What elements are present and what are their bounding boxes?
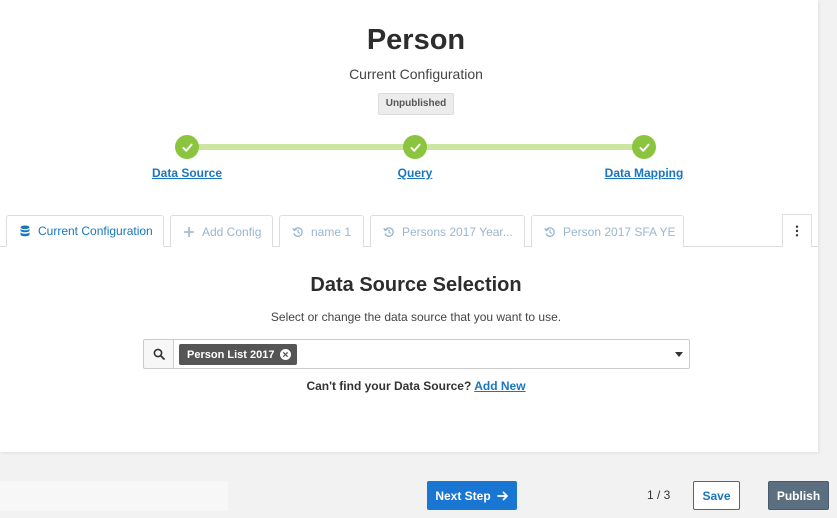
help-question: Can't find your Data Source? — [306, 379, 472, 393]
tab-label: Add Config — [202, 224, 262, 239]
chip-label: Person List 2017 — [187, 348, 275, 361]
step-3-check-icon[interactable] — [632, 135, 656, 159]
publish-button[interactable]: Publish — [768, 481, 829, 510]
page-indicator: 1 / 3 — [647, 488, 671, 502]
plus-icon — [183, 226, 195, 238]
search-icon — [153, 348, 165, 360]
tab-label: Current Configuration — [38, 224, 153, 238]
history-icon — [292, 226, 304, 238]
step-1-check-icon[interactable] — [175, 135, 199, 159]
data-source-select[interactable]: Person List 2017 — [173, 339, 690, 369]
step-2-check-icon[interactable] — [403, 135, 427, 159]
section-title: Data Source Selection — [310, 274, 522, 296]
history-icon — [544, 226, 556, 238]
status-badge: Unpublished — [378, 93, 454, 115]
configuration-card: Person Current Configuration Unpublished… — [0, 0, 818, 452]
section-description: Select or change the data source that yo… — [270, 310, 562, 324]
tab-label: Person 2017 SFA YE — [563, 224, 676, 239]
history-icon — [383, 226, 395, 238]
help-text: Can't find your Data Source? Add New — [0, 379, 832, 393]
step-data-source-link[interactable]: Data Source — [152, 166, 222, 180]
tab-person-2017-sfa-ye[interactable]: Person 2017 SFA YE — [531, 215, 684, 247]
step-data-mapping-link[interactable]: Data Mapping — [605, 166, 684, 180]
save-button[interactable]: Save — [693, 481, 740, 510]
step-query-link[interactable]: Query — [398, 166, 433, 180]
remove-chip-icon[interactable] — [280, 349, 292, 360]
kebab-icon — [795, 225, 799, 237]
tab-persons-2017-year[interactable]: Persons 2017 Year... — [370, 215, 525, 247]
footer-placeholder — [0, 481, 228, 511]
search-button[interactable] — [143, 339, 174, 369]
next-step-label: Next Step — [435, 488, 491, 503]
page-subtitle: Current Configuration — [349, 66, 483, 82]
arrow-right-icon — [496, 491, 508, 500]
tab-label: Persons 2017 Year... — [402, 224, 513, 239]
selected-source-chip: Person List 2017 — [179, 344, 298, 365]
add-new-link[interactable]: Add New — [474, 379, 525, 393]
next-step-button[interactable]: Next Step — [427, 481, 517, 510]
chevron-down-icon[interactable] — [675, 352, 683, 357]
tab-label: name 1 — [311, 224, 352, 239]
tab-add-config[interactable]: Add Config — [170, 215, 273, 247]
page-title: Person — [366, 24, 466, 56]
tab-name-1[interactable]: name 1 — [279, 215, 364, 247]
more-options-button[interactable] — [782, 214, 812, 247]
database-icon — [19, 225, 31, 237]
tab-current-configuration[interactable]: Current Configuration — [6, 215, 164, 247]
